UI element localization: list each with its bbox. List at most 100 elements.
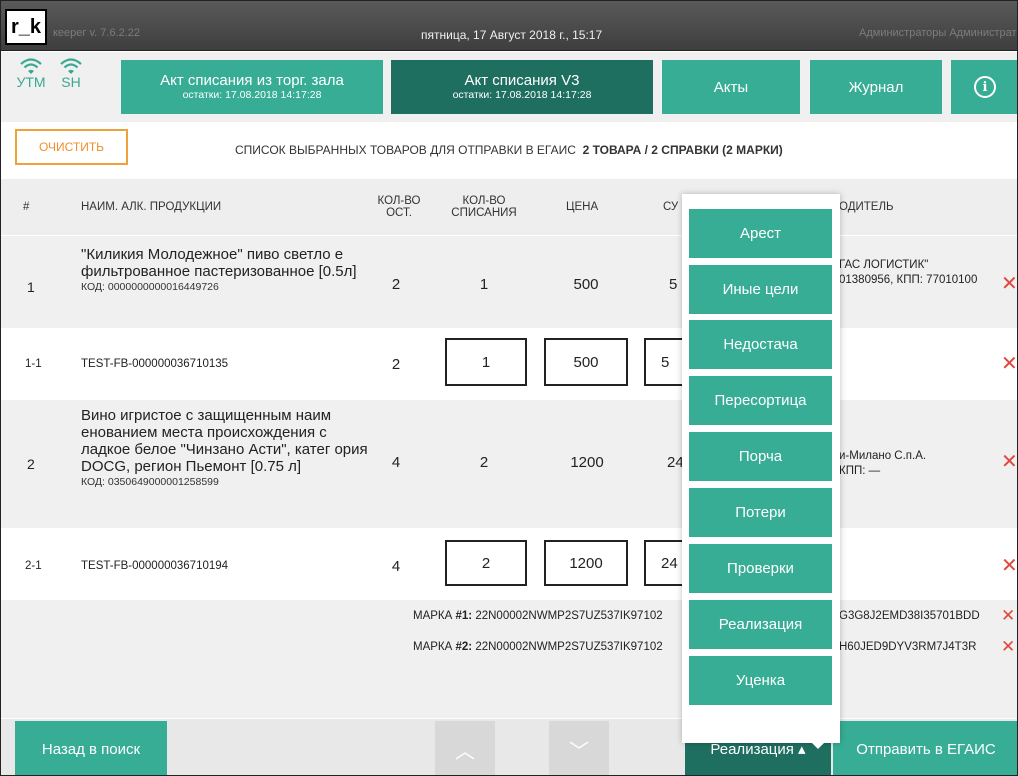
menu-item-sale[interactable]: Реализация <box>689 600 832 649</box>
table-row[interactable]: 2 Вино игристое с защищенным наим енован… <box>1 400 1017 528</box>
col-producer: ОДИТЕЛЬ <box>839 201 894 213</box>
info-icon: i <box>974 76 996 98</box>
mark-value: 22N00002NWMP2S7UZ537IK97102 <box>475 610 663 622</box>
selected-list-title: СПИСОК ВЫБРАННЫХ ТОВАРОВ ДЛЯ ОТПРАВКИ В … <box>235 143 783 157</box>
qty-left: 2 <box>391 356 401 373</box>
product-code: КОД: 0350649000001258599 <box>81 476 219 488</box>
marks-block: МАРКА #1: 22N00002NWMP2S7UZ537IK97102 G3… <box>1 600 1017 718</box>
mark-number: #1: <box>455 610 473 622</box>
send-to-egais-button[interactable]: Отправить в ЕГАИС <box>833 721 1017 775</box>
scroll-up-button[interactable]: ︿ <box>435 721 495 775</box>
act-shop-title: Акт списания из торг. зала <box>160 72 344 89</box>
delete-row-icon[interactable]: ✕ <box>1001 452 1017 472</box>
chevron-up-icon: ︿ <box>455 740 475 763</box>
act-shop-subtitle: остатки: 17.08.2018 14:17:28 <box>182 89 322 101</box>
app-window: r_k кеерег v. 7.6.2.22 пятница, 17 Авгус… <box>0 0 1018 776</box>
menu-caret <box>811 742 825 749</box>
menu-item-markdown[interactable]: Уценка <box>689 656 832 705</box>
sum: 5 <box>669 276 678 293</box>
price: 500 <box>573 276 599 293</box>
qty-write: 1 <box>479 276 489 293</box>
producer-name: ГАС ЛОГИСТИК" <box>839 259 929 271</box>
qty-left: 4 <box>391 558 401 575</box>
col-qty-write: КОЛ-ВО СПИСАНИЯ <box>451 195 517 219</box>
table-row[interactable]: 1 "Киликия Молодежное" пиво светло е фил… <box>1 236 1017 328</box>
delete-row-icon[interactable]: ✕ <box>1001 354 1017 374</box>
col-sum: СУ <box>663 201 679 213</box>
qty-write-input[interactable]: 1 <box>445 338 527 386</box>
qty-left: 2 <box>391 276 401 293</box>
product-name: Вино игристое с защищенным наим енование… <box>81 407 368 475</box>
list-title-text: СПИСОК ВЫБРАННЫХ ТОВАРОВ ДЛЯ ОТПРАВКИ В … <box>235 143 576 157</box>
menu-item-arrest[interactable]: Арест <box>689 209 832 258</box>
scroll-down-button[interactable]: ﹀ <box>549 721 609 775</box>
certificate-ref: TEST-FB-000000036710194 <box>81 560 229 572</box>
sh-label: SH <box>61 74 81 90</box>
act-v3-title: Акт списания V3 <box>464 72 580 89</box>
product-code: КОД: 0000000000016449726 <box>81 281 219 293</box>
price: 1200 <box>570 454 604 471</box>
sh-connection-status[interactable]: SH <box>53 58 89 90</box>
acts-button[interactable]: Акты <box>662 60 800 114</box>
producer-ids: КПП: — <box>839 465 881 477</box>
menu-item-inspections[interactable]: Проверки <box>689 544 832 593</box>
app-version: кеерег v. 7.6.2.22 <box>53 27 141 39</box>
act-shop-floor-button[interactable]: Акт списания из торг. зала остатки: 17.0… <box>121 60 383 114</box>
journal-label: Журнал <box>848 78 904 96</box>
col-name: НАИМ. АЛК. ПРОДУКЦИИ <box>81 201 222 213</box>
qty-write-input[interactable]: 2 <box>445 540 527 586</box>
menu-item-losses[interactable]: Потери <box>689 488 832 537</box>
list-summary: 2 ТОВАРА / 2 СПРАВКИ (2 МАРКИ) <box>582 143 783 157</box>
table-header: # НАИМ. АЛК. ПРОДУКЦИИ КОЛ-ВО ОСТ. КОЛ-В… <box>1 179 1017 235</box>
menu-item-shortage[interactable]: Недостача <box>689 320 832 369</box>
current-datetime: пятница, 17 Август 2018 г., 15:17 <box>421 28 603 42</box>
mark-prefix: МАРКА <box>413 641 453 653</box>
price-input[interactable]: 1200 <box>544 540 628 586</box>
product-info: Вино игристое с защищенным наим енование… <box>81 407 371 488</box>
qty-write: 2 <box>479 454 489 471</box>
act-v3-button[interactable]: Акт списания V3 остатки: 17.08.2018 14:1… <box>391 60 653 114</box>
footer-bar: Назад в поиск ︿ ﹀ Реализация ▴ Отправить… <box>1 719 1017 775</box>
row-number: 1-1 <box>25 358 42 370</box>
delete-row-icon[interactable]: ✕ <box>1001 556 1017 576</box>
price-input[interactable]: 500 <box>544 338 628 386</box>
info-button[interactable]: i <box>951 60 1017 114</box>
mark-prefix: МАРКА <box>413 610 453 622</box>
act-v3-subtitle: остатки: 17.08.2018 14:17:28 <box>452 89 592 101</box>
col-num: # <box>23 201 30 213</box>
writeoff-reason-menu: Арест Иные цели Недостача Пересортица По… <box>682 194 840 743</box>
mark-line: МАРКА #1: 22N00002NWMP2S7UZ537IK97102 <box>413 610 663 622</box>
menu-item-regrading[interactable]: Пересортица <box>689 376 832 425</box>
product-info: "Киликия Молодежное" пиво светло е фильт… <box>81 246 366 293</box>
table-row[interactable]: 1-1 TEST-FB-000000036710135 2 1 500 5 ✕ <box>1 328 1017 400</box>
qty-left: 4 <box>391 454 401 471</box>
acts-label: Акты <box>713 78 749 96</box>
table-row[interactable]: 2-1 TEST-FB-000000036710194 4 2 1200 24 … <box>1 528 1017 600</box>
delete-row-icon[interactable]: ✕ <box>1001 274 1017 294</box>
clear-button[interactable]: ОЧИСТИТЬ <box>15 129 128 165</box>
certificate-ref: TEST-FB-000000036710135 <box>81 358 229 370</box>
back-to-search-button[interactable]: Назад в поиск <box>15 721 167 775</box>
producer-ids: 01380956, КПП: 77010100 <box>839 274 978 286</box>
product-name: "Киликия Молодежное" пиво светло е фильт… <box>81 246 357 280</box>
row-number: 2-1 <box>25 560 42 572</box>
journal-button[interactable]: Журнал <box>810 60 942 114</box>
menu-item-damage[interactable]: Порча <box>689 432 832 481</box>
mark-line: МАРКА #2: 22N00002NWMP2S7UZ537IK97102 <box>413 641 663 653</box>
delete-mark-icon[interactable]: ✕ <box>1001 637 1015 657</box>
app-logo: r_k <box>5 9 47 45</box>
mark-number: #2: <box>455 641 473 653</box>
mark-value: 22N00002NWMP2S7UZ537IK97102 <box>475 641 663 653</box>
utm-connection-status[interactable]: УТМ <box>13 58 49 90</box>
chevron-down-icon: ﹀ <box>569 740 589 763</box>
producer-name: и-Милано С.п.А. <box>839 450 927 462</box>
row-number: 1 <box>27 279 35 295</box>
menu-item-other-purposes[interactable]: Иные цели <box>689 265 832 314</box>
delete-mark-icon[interactable]: ✕ <box>1001 606 1015 626</box>
mark-tail: G3G8J2EMD38I35701BDD <box>839 610 980 622</box>
current-user: Администраторы Администрат <box>859 27 1017 39</box>
top-status-bar: r_k кеерег v. 7.6.2.22 пятница, 17 Авгус… <box>1 1 1017 51</box>
col-qty-left: КОЛ-ВО ОСТ. <box>377 195 421 219</box>
row-number: 2 <box>27 456 35 472</box>
wifi-icon <box>60 58 82 76</box>
